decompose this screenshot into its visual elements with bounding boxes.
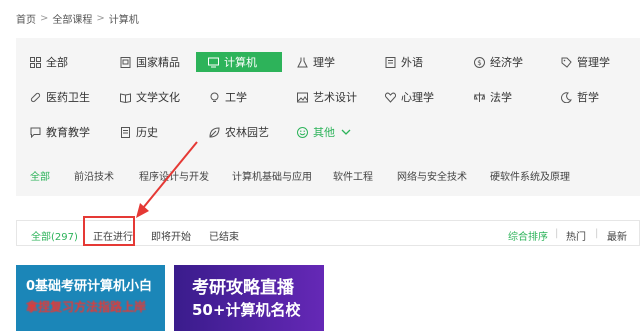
pill-icon [30,92,41,103]
category-label: 工学 [225,91,247,104]
category-national-quality[interactable]: 国家精品 [120,52,180,72]
flask-icon [297,57,308,68]
filter-ongoing[interactable]: 正在进行 [93,228,133,243]
category-label: 心理学 [401,91,434,104]
category-psychology[interactable]: 心理学 [385,87,434,107]
category-label: 国家精品 [136,56,180,69]
banner-subtitle: 50+计算机名校 [192,301,301,319]
category-label: 全部 [46,56,68,69]
svg-text:$: $ [477,59,481,67]
subtab-software-engineering[interactable]: 软件工程 [333,168,373,183]
subtab-hardware-systems[interactable]: 硬软件系统及原理 [490,168,570,183]
banner-title: 考研攻略直播 [192,278,294,298]
banner-subtitle: 拿捏复习方法指路上岸 [26,300,147,314]
category-label: 理学 [313,56,335,69]
breadcrumb-separator: > [96,13,105,24]
tag-icon [561,57,572,68]
filter-all[interactable]: 全部(297) [31,228,78,243]
banner-title: 0基础考研计算机小白 [26,279,153,294]
subtab-frontier-tech[interactable]: 前沿技术 [74,168,114,183]
bulb-icon [209,92,220,103]
category-label: 农林园艺 [225,126,269,139]
breadcrumb-separator: > [40,13,49,24]
category-label: 外语 [401,56,423,69]
category-education[interactable]: 教育教学 [30,122,90,142]
category-science[interactable]: 理学 [297,52,335,72]
category-label: 历史 [136,126,158,139]
moon-icon [561,91,572,103]
category-management[interactable]: 管理学 [561,52,610,72]
grid-icon [30,56,41,68]
breadcrumb-all-courses[interactable]: 全部课程 [52,11,92,26]
category-label: 经济学 [490,56,523,69]
book-icon [385,56,396,68]
category-medicine[interactable]: 医药卫生 [30,87,90,107]
promo-banner-live[interactable]: 考研攻略直播 50+计算机名校 [174,265,324,331]
subtab-network-security[interactable]: 网络与安全技术 [397,168,467,183]
breadcrumb: 首页 > 全部课程 > 计算机 [16,11,139,26]
category-engineering[interactable]: 工学 [209,87,247,107]
category-label: 文学文化 [136,91,180,104]
category-economics[interactable]: $ 经济学 [474,52,523,72]
image-icon [297,92,308,103]
sort-newest[interactable]: 最新 [607,228,627,243]
subtab-all[interactable]: 全部 [30,168,50,183]
leaf-icon [209,126,220,138]
smile-icon [297,126,308,138]
sort-hot[interactable]: 热门 [566,228,586,243]
breadcrumb-current: 计算机 [108,15,139,26]
category-label: 其他 [313,126,335,139]
heart-icon [385,92,396,103]
category-label: 哲学 [577,91,599,104]
category-history[interactable]: 历史 [120,122,158,142]
category-philosophy[interactable]: 哲学 [561,87,599,107]
category-label: 艺术设计 [313,91,357,104]
filter-upcoming[interactable]: 即将开始 [151,228,191,243]
category-art-design[interactable]: 艺术设计 [297,87,357,107]
category-label: 管理学 [577,56,610,69]
category-agriculture[interactable]: 农林园艺 [209,122,269,142]
category-other[interactable]: 其他 [297,122,351,142]
category-all[interactable]: 全部 [30,52,68,72]
breadcrumb-home[interactable]: 首页 [16,11,36,26]
subtab-computer-basics[interactable]: 计算机基础与应用 [232,168,312,183]
category-label: 医药卫生 [46,91,90,104]
monitor-icon [208,57,219,68]
scale-icon [474,92,485,103]
promo-banner-basics[interactable]: 0基础考研计算机小白 拿捏复习方法指路上岸 [16,265,165,331]
subtab-programming[interactable]: 程序设计与开发 [139,168,209,183]
category-computer[interactable]: 计算机 [196,52,282,72]
doc-icon [120,126,131,138]
category-foreign-language[interactable]: 外语 [385,52,423,72]
coin-icon: $ [474,56,485,68]
filter-ended[interactable]: 已结束 [209,228,239,243]
chevron-down-icon [340,127,351,138]
status-filter-bar: 全部(297) 正在进行 即将开始 已结束 综合排序 | 热门 | 最新 [16,216,640,246]
category-literature[interactable]: 文学文化 [120,87,180,107]
open-book-icon [120,92,131,103]
category-label: 法学 [490,91,512,104]
sort-default[interactable]: 综合排序 [508,228,548,243]
category-law[interactable]: 法学 [474,87,512,107]
category-label: 教育教学 [46,126,90,139]
sort-divider: | [595,228,599,239]
category-label: 计算机 [224,56,257,69]
badge-icon [120,56,131,68]
chat-icon [30,127,41,138]
sort-divider: | [555,228,559,239]
